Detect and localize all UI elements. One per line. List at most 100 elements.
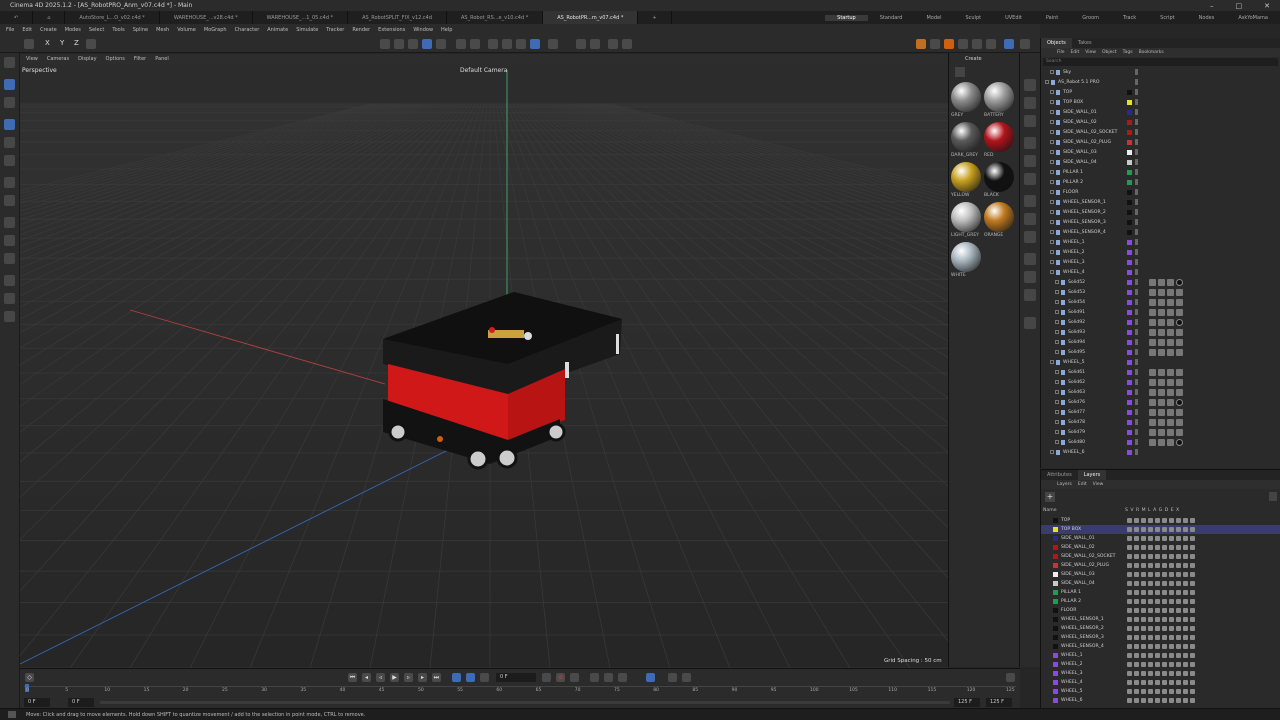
expand-icon[interactable] (1055, 340, 1059, 344)
material-tag-icon[interactable] (1176, 378, 1183, 386)
goto-start-icon[interactable]: ⏮ (348, 673, 357, 682)
layer-flag-icon[interactable] (1176, 563, 1181, 568)
layer-flag-icon[interactable] (1169, 617, 1174, 622)
layer-flag-icon[interactable] (1155, 563, 1160, 568)
menu-tracker[interactable]: Tracker (326, 27, 344, 33)
object-row[interactable]: Solid94 (1041, 337, 1280, 347)
layer-flag-icon[interactable] (1183, 599, 1188, 604)
layer-flag-icon[interactable] (1162, 518, 1167, 523)
layer-flag-icon[interactable] (1155, 527, 1160, 532)
layer-flag-icon[interactable] (1190, 608, 1195, 613)
visibility-dots-icon[interactable] (1135, 189, 1138, 195)
material-tag-icon[interactable] (1167, 428, 1174, 436)
layer-flag-icon[interactable] (1190, 626, 1195, 631)
material-tag-icon[interactable] (1167, 378, 1174, 386)
layer-flag-icon[interactable] (1162, 572, 1167, 577)
material-tag-icon[interactable] (1167, 438, 1174, 446)
edges-mode-icon[interactable] (394, 39, 404, 49)
layer-flag-icon[interactable] (1183, 698, 1188, 703)
visibility-dots-icon[interactable] (1135, 109, 1138, 115)
layer-flag-icon[interactable] (1169, 572, 1174, 577)
layer-flag-icon[interactable] (1134, 518, 1139, 523)
layer-color-swatch[interactable] (1053, 608, 1058, 613)
paint-tool-icon[interactable] (4, 275, 15, 286)
layer-flag-icon[interactable] (1183, 527, 1188, 532)
expand-icon[interactable] (1050, 130, 1054, 134)
uvw-tag-icon[interactable] (1149, 398, 1156, 406)
layout-groom[interactable]: Groom (1070, 15, 1111, 21)
object-row[interactable]: WHEEL_4 (1041, 267, 1280, 277)
layer-flag-icon[interactable] (1148, 617, 1153, 622)
tab-attributes[interactable]: Attributes (1041, 470, 1078, 480)
menu-extensions[interactable]: Extensions (378, 27, 405, 33)
layer-flag-icon[interactable] (1190, 698, 1195, 703)
object-row[interactable]: WHEEL_2 (1041, 247, 1280, 257)
expand-icon[interactable] (1055, 430, 1059, 434)
layer-flag-icon[interactable] (1176, 644, 1181, 649)
expand-icon[interactable] (1050, 240, 1054, 244)
phong-tag-icon[interactable] (1158, 318, 1165, 326)
expand-icon[interactable] (1055, 440, 1059, 444)
visibility-dots-icon[interactable] (1135, 129, 1138, 135)
menu-mograph[interactable]: MoGraph (204, 27, 227, 33)
layer-flag-icon[interactable] (1134, 626, 1139, 631)
layer-flag-icon[interactable] (1169, 680, 1174, 685)
layer-flag-icon[interactable] (1190, 518, 1195, 523)
phong-tag-icon[interactable] (1158, 388, 1165, 396)
layer-flag-icon[interactable] (1127, 698, 1132, 703)
visibility-dots-icon[interactable] (1135, 239, 1138, 245)
layout-askyomama[interactable]: AskYoMama (1226, 15, 1280, 21)
material-red[interactable]: RED (984, 122, 1014, 158)
layer-flag-icon[interactable] (1169, 563, 1174, 568)
object-row[interactable]: TOP BOX (1041, 97, 1280, 107)
layer-flag-icon[interactable] (1162, 608, 1167, 613)
layer-flag-icon[interactable] (1183, 653, 1188, 658)
layer-flag-icon[interactable] (1162, 617, 1167, 622)
material-create-menu[interactable]: Create (965, 56, 982, 62)
layer-flag-icon[interactable] (1162, 590, 1167, 595)
menu-render[interactable]: Render (352, 27, 370, 33)
layer-flag-icon[interactable] (1141, 608, 1146, 613)
param-key-icon[interactable] (646, 673, 655, 682)
layer-flag-icon[interactable] (1190, 644, 1195, 649)
layer-flag-icon[interactable] (1176, 662, 1181, 667)
layer-flag-icon[interactable] (1134, 581, 1139, 586)
layer-flag-icon[interactable] (1169, 698, 1174, 703)
uvw-tag-icon[interactable] (1149, 278, 1156, 286)
select-tool-icon[interactable] (4, 79, 15, 90)
layer-color-swatch[interactable] (1053, 572, 1058, 577)
layer-flag-icon[interactable] (1134, 536, 1139, 541)
layer-flag-icon[interactable] (1141, 518, 1146, 523)
layer-flag-icon[interactable] (1169, 554, 1174, 559)
tab-0[interactable]: AutoStore_L...O_v02.c4d * (65, 11, 160, 24)
visibility-dots-icon[interactable] (1135, 449, 1138, 455)
layer-flag-icon[interactable] (1169, 599, 1174, 604)
layer-flag-icon[interactable] (1183, 689, 1188, 694)
pen-tool-icon[interactable] (4, 293, 15, 304)
expand-icon[interactable] (1055, 320, 1059, 324)
layer-flag-icon[interactable] (1162, 563, 1167, 568)
layer-flag-icon[interactable] (1176, 698, 1181, 703)
layer-flag-icon[interactable] (1176, 617, 1181, 622)
transform-tool-icon[interactable] (4, 177, 15, 188)
object-row[interactable]: WHEEL_SENSOR_4 (1041, 227, 1280, 237)
material-yellow[interactable]: YELLOW (951, 162, 981, 198)
layer-flag-icon[interactable] (1162, 545, 1167, 550)
layer-flag-icon[interactable] (1190, 554, 1195, 559)
goto-end-icon[interactable]: ⏭ (432, 673, 441, 682)
redshift-icon[interactable] (1004, 39, 1014, 49)
layer-menu-layers[interactable]: Layers (1057, 482, 1072, 487)
layer-flag-icon[interactable] (1169, 662, 1174, 667)
layer-color-swatch[interactable] (1053, 635, 1058, 640)
visibility-dots-icon[interactable] (1135, 309, 1138, 315)
layer-flag-icon[interactable] (1148, 698, 1153, 703)
key-settings-icon[interactable] (570, 673, 579, 682)
expand-icon[interactable] (1055, 310, 1059, 314)
uvw-tag-icon[interactable] (1149, 298, 1156, 306)
deformer-icon[interactable] (1024, 155, 1036, 167)
menu-animate[interactable]: Animate (267, 27, 288, 33)
layer-row[interactable]: WHEEL_3 (1041, 669, 1280, 678)
layer-flag-icon[interactable] (1169, 518, 1174, 523)
layout-track[interactable]: Track (1111, 15, 1148, 21)
close-icon[interactable]: ✕ (1264, 2, 1270, 10)
